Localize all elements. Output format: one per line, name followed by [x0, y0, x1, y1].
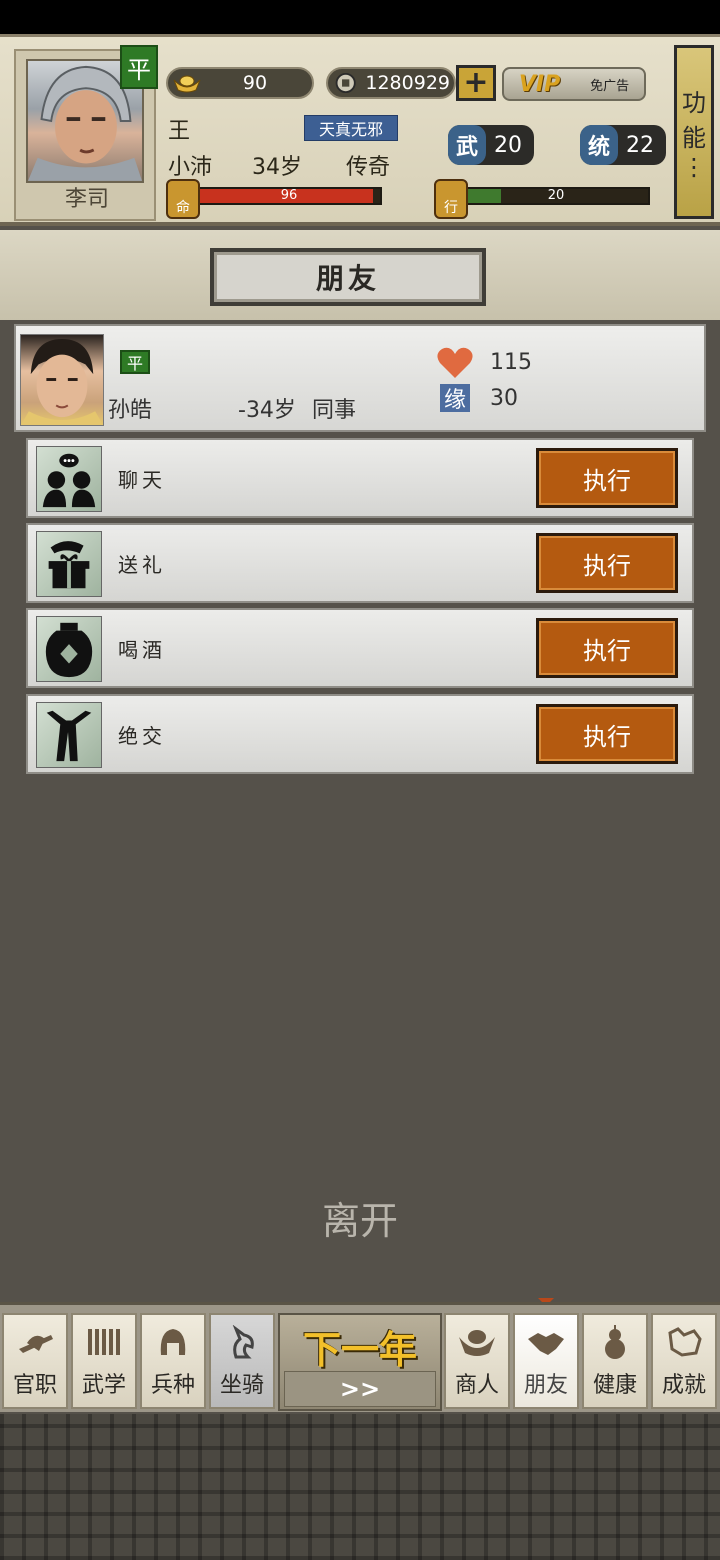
execute-drink-button[interactable]: 执行 — [536, 618, 678, 678]
vip-button[interactable]: VIP 免广告 — [502, 67, 646, 101]
page-title: 朋友 — [210, 248, 486, 306]
action-label-drink: 喝酒 — [118, 638, 166, 662]
nav-label: 商人 — [454, 1373, 499, 1398]
lightning-icon: 行 — [434, 179, 468, 219]
martial-stat: 武 20 — [448, 125, 534, 165]
nav-health[interactable]: 健康 — [582, 1313, 648, 1409]
action-row-chat: 聊天 执行 — [26, 438, 694, 518]
scroll-icon — [88, 1329, 120, 1355]
command-stat-label: 统 — [580, 125, 618, 165]
gold-ingot-icon — [173, 75, 201, 93]
command-stat: 统 22 — [580, 125, 666, 165]
coin-value: 1280929 — [365, 72, 450, 94]
gold-value: 90 — [242, 72, 268, 94]
action-label-chat: 聊天 — [118, 468, 166, 492]
official-hat-icon — [19, 1335, 53, 1353]
command-stat-value: 22 — [626, 132, 654, 158]
nav-label: 武学 — [81, 1373, 126, 1398]
more-icon: ⋮ — [682, 153, 706, 181]
player-trait-tag[interactable]: 天真无邪 — [304, 115, 398, 141]
friend-name: 孙皓 — [108, 398, 153, 423]
execute-gift-button[interactable]: 执行 — [536, 533, 678, 593]
leave-button[interactable]: 离开 — [0, 1190, 720, 1245]
player-rank-title: 传奇 — [346, 155, 391, 180]
life-bar-value: 96 — [280, 188, 298, 203]
action-row-gift: 送礼 执行 — [26, 523, 694, 603]
action-icon-label: 行 — [444, 200, 458, 216]
friend-portrait[interactable] — [20, 334, 104, 426]
action-points-bar: 20 — [462, 187, 650, 205]
next-year-label: 下一年 — [302, 1328, 417, 1372]
next-year-button[interactable]: 下一年 >> — [278, 1313, 442, 1411]
nav-label: 成就 — [661, 1373, 706, 1398]
execute-break-button[interactable]: 执行 — [536, 704, 678, 764]
map-icon — [668, 1327, 702, 1357]
handshake-icon — [528, 1333, 564, 1355]
action-row-drink: 喝酒 执行 — [26, 608, 694, 688]
nav-merchant[interactable]: 商人 — [444, 1313, 510, 1409]
vip-label: VIP — [518, 71, 561, 97]
nav-label: 坐骑 — [219, 1373, 264, 1398]
function-label-2: 能 — [682, 124, 706, 152]
nav-label: 朋友 — [523, 1373, 568, 1398]
heart-icon — [437, 347, 473, 378]
coin-counter: 1280929 — [326, 67, 456, 99]
gold-counter: 90 — [166, 67, 314, 99]
nav-official-post[interactable]: 官职 — [2, 1313, 68, 1409]
martial-stat-value: 20 — [494, 132, 522, 158]
bottom-nav: 官职 武学 兵种 坐骑 下一年 >> 商人 朋友 健康 成就 — [0, 1302, 720, 1412]
player-header: 李司 平 90 1280929 + VIP 免广告 王 天真无邪 小沛 34岁 … — [0, 34, 720, 226]
break-icon — [36, 702, 102, 768]
nav-label: 官职 — [12, 1373, 57, 1398]
nav-label: 兵种 — [150, 1373, 195, 1398]
nav-label: 健康 — [592, 1373, 637, 1398]
helmet-icon — [160, 1329, 186, 1355]
friend-fate: 30 — [490, 386, 518, 411]
fast-forward-icon: >> — [284, 1371, 436, 1407]
martial-stat-label: 武 — [448, 125, 486, 165]
friend-relation: 同事 — [312, 398, 357, 423]
add-currency-button[interactable]: + — [456, 65, 496, 101]
fate-icon: 缘 — [440, 384, 470, 413]
status-bar — [0, 0, 720, 34]
bottom-decorative-pattern — [0, 1414, 720, 1560]
friend-affection: 115 — [490, 350, 532, 375]
player-surname: 王 — [168, 119, 191, 144]
action-label-break: 绝交 — [118, 724, 166, 748]
gift-icon — [36, 531, 102, 597]
player-age: 34岁 — [252, 155, 302, 180]
execute-chat-button[interactable]: 执行 — [536, 448, 678, 508]
friend-age: -34岁 — [238, 398, 296, 423]
player-name: 李司 — [64, 187, 109, 212]
coin-icon — [335, 72, 356, 94]
action-row-break: 绝交 执行 — [26, 694, 694, 774]
gourd-icon — [605, 1325, 625, 1359]
nav-martial-arts[interactable]: 武学 — [71, 1313, 137, 1409]
action-label-gift: 送礼 — [118, 553, 166, 577]
wine-jar-icon — [36, 616, 102, 682]
friend-mood-badge: 平 — [120, 350, 150, 374]
nav-achievements[interactable]: 成就 — [651, 1313, 717, 1409]
life-bar: 96 — [196, 187, 382, 205]
player-mood-badge: 平 — [120, 45, 158, 89]
vip-no-ads-label: 免广告 — [590, 78, 630, 94]
ingot-icon — [459, 1330, 495, 1356]
horse-icon — [232, 1325, 254, 1359]
nav-friends[interactable]: 朋友 — [513, 1313, 579, 1409]
function-menu-button[interactable]: 功 能 ⋮ — [674, 45, 714, 219]
nav-troops[interactable]: 兵种 — [140, 1313, 206, 1409]
nav-mount[interactable]: 坐骑 — [209, 1313, 275, 1409]
player-location: 小沛 — [168, 155, 213, 180]
action-points-value: 20 — [547, 188, 565, 203]
function-label-1: 功 — [682, 89, 706, 117]
life-heart-icon: 命 — [166, 179, 200, 219]
chat-icon — [36, 446, 102, 512]
friend-card: 平 孙皓 -34岁 同事 115 缘 30 — [14, 324, 706, 432]
life-icon-label: 命 — [176, 200, 190, 216]
